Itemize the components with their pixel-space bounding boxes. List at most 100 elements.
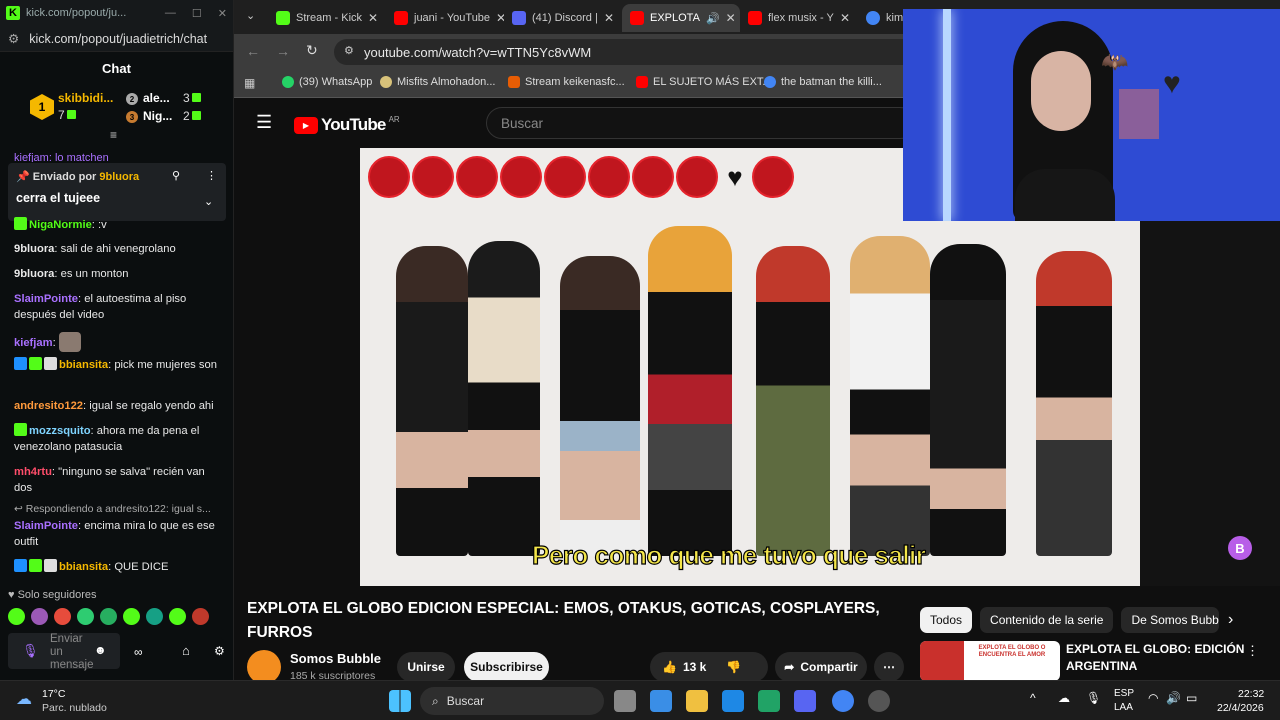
youtube-logo[interactable]: ▶ YouTube AR — [294, 115, 400, 135]
person-figure — [930, 244, 1006, 556]
subscribe-button[interactable]: Subscribirse — [464, 652, 549, 682]
unpin-icon[interactable]: ⚲ — [172, 169, 180, 182]
more-actions-icon[interactable]: ⋯ — [874, 652, 904, 682]
share-button[interactable]: ➦ Compartir — [775, 652, 867, 682]
more-options-icon[interactable]: ⋮ — [1246, 643, 1259, 659]
channel-name[interactable]: Somos Bubble — [290, 651, 381, 666]
gifter-name-1[interactable]: skibbidi... — [58, 91, 113, 105]
chat-input[interactable]: 🎙 Enviar un mensaje ☻ — [8, 633, 120, 671]
emote-icon[interactable] — [169, 608, 186, 625]
kick-address-bar[interactable]: ⚙ kick.com/popout/juadietrich/chat — [0, 26, 233, 52]
recommended-thumbnail[interactable]: EXPLOTA EL GLOBO O ENCUENTRA EL AMOR — [920, 641, 1060, 681]
region-code: AR — [388, 114, 400, 124]
site-info-icon[interactable]: ⚙ — [344, 44, 354, 57]
kick-titlebar: K kick.com/popout/ju... — ☐ ✕ — [0, 0, 233, 26]
emoji-icon[interactable]: ☻ — [94, 643, 107, 657]
close-tab-icon[interactable]: ✕ — [496, 11, 504, 25]
excel-icon[interactable] — [758, 690, 780, 712]
clock-time[interactable]: 22:32 — [1238, 688, 1264, 700]
tab-flex-musix[interactable]: flex musix - Y ✕ — [740, 4, 858, 32]
chip-all[interactable]: Todos — [920, 607, 973, 633]
emote-icon[interactable] — [8, 608, 25, 625]
settings-icon[interactable]: ⚙ — [214, 644, 225, 658]
volume-icon[interactable]: 🔊 — [1166, 691, 1181, 705]
chip-series[interactable]: Contenido de la serie — [980, 607, 1114, 633]
bookmark-stream[interactable]: Stream keikenasfc... — [508, 76, 625, 88]
verified-badge-icon — [14, 357, 27, 370]
forward-icon[interactable]: → — [276, 43, 290, 59]
chrome-icon[interactable] — [832, 690, 854, 712]
close-tab-icon[interactable]: ✕ — [604, 11, 614, 25]
maximize-icon[interactable]: ☐ — [192, 7, 202, 20]
temperature[interactable]: 17°C — [42, 688, 65, 700]
store-icon[interactable]: ⌂ — [182, 643, 190, 658]
chevron-down-icon[interactable]: ⌄ — [204, 195, 213, 208]
pinned-message[interactable]: 📌 Enviado por 9bluora ⚲ ⋮ cerra el tujee… — [8, 163, 226, 221]
task-view-icon[interactable] — [614, 690, 636, 712]
apps-grid-icon[interactable]: ▦ — [244, 76, 255, 90]
reply-context: ↩ Respondiendo a andresito122: igual s..… — [14, 503, 211, 515]
windows-start-icon[interactable] — [389, 690, 411, 712]
gifter-name-3[interactable]: Nig... — [143, 109, 172, 123]
taskbar-search[interactable]: ⌕ Buscar — [420, 687, 604, 715]
tab-kick-stream[interactable]: Stream - Kick ✕ — [268, 4, 386, 32]
close-icon[interactable]: ✕ — [218, 7, 227, 20]
more-options-icon[interactable]: ⋮ — [206, 169, 217, 182]
menu-icon[interactable]: ☰ — [256, 112, 272, 133]
clock-date[interactable]: 22/4/2026 — [1217, 702, 1264, 714]
word-icon[interactable] — [722, 690, 744, 712]
site-settings-icon[interactable]: ⚙ — [8, 31, 19, 46]
emote-icon[interactable] — [123, 608, 140, 625]
tab-youtube-juani[interactable]: juani - YouTube ✕ — [386, 4, 504, 32]
language-code[interactable]: ESP — [1114, 688, 1134, 699]
close-tab-icon[interactable]: ✕ — [368, 11, 378, 25]
bookmark-batman[interactable]: the batman the killi... — [764, 76, 882, 88]
wifi-icon[interactable]: ◠ — [1148, 691, 1158, 705]
tray-chevron-icon[interactable]: ^ — [1030, 691, 1036, 705]
like-icon[interactable]: 👍 — [662, 660, 677, 674]
recommended-video[interactable]: EXPLOTA EL GLOBO O ENCUENTRA EL AMOR EXP… — [920, 641, 1260, 681]
discord-icon[interactable] — [794, 690, 816, 712]
emote-icon[interactable] — [100, 608, 117, 625]
join-button[interactable]: Unirse — [397, 652, 455, 682]
infinity-points-icon[interactable]: ∞ — [134, 645, 143, 659]
channel-avatar[interactable] — [247, 650, 281, 684]
bookmark-sujeto[interactable]: EL SUJETO MÁS EXT... — [636, 76, 772, 88]
steam-icon[interactable] — [868, 690, 890, 712]
audio-playing-icon[interactable]: 🔊 — [706, 12, 720, 25]
bookmark-misfits[interactable]: Misfits Almohadon... — [380, 76, 495, 88]
emote-icon[interactable] — [54, 608, 71, 625]
close-tab-icon[interactable]: ✕ — [726, 11, 736, 25]
microphone-icon[interactable]: 🎙 — [22, 643, 39, 659]
expand-gifters-icon[interactable]: ≡ — [110, 128, 117, 142]
tray-app-icon[interactable]: ☁ — [1058, 691, 1070, 705]
microphone-icon[interactable]: 🎙 — [1086, 691, 1101, 705]
battery-icon[interactable]: ▭ — [1186, 691, 1197, 705]
like-count[interactable]: 13 k — [683, 660, 706, 674]
file-explorer-icon[interactable] — [686, 690, 708, 712]
weather-text[interactable]: Parc. nublado — [42, 702, 107, 714]
language-layout[interactable]: LAA — [1114, 702, 1133, 713]
reload-icon[interactable]: ↻ — [306, 42, 318, 59]
chip-channel[interactable]: De Somos Bubble — [1121, 607, 1220, 633]
gifter-name-2[interactable]: ale... — [143, 91, 170, 105]
emote-icon[interactable] — [146, 608, 163, 625]
tab-explota-active[interactable]: EXPLOTA 🔊 ✕ — [622, 4, 740, 32]
channel-watermark-icon[interactable]: B — [1228, 536, 1252, 560]
close-tab-icon[interactable]: ✕ — [840, 11, 850, 25]
emote-icon[interactable] — [192, 608, 209, 625]
weather-icon[interactable]: ☁ — [16, 689, 32, 709]
minimize-icon[interactable]: — — [165, 7, 176, 19]
back-icon[interactable]: ← — [246, 43, 260, 59]
bookmark-whatsapp[interactable]: (39) WhatsApp — [282, 76, 372, 88]
emote-icon[interactable] — [77, 608, 94, 625]
chevron-right-icon[interactable]: › — [1228, 611, 1233, 629]
dislike-icon[interactable]: 👎 — [726, 660, 741, 674]
chat-message: NigaNormie: :v — [14, 217, 222, 233]
tab-kim[interactable]: kim — [858, 4, 908, 32]
search-input[interactable]: Buscar — [486, 107, 916, 139]
copilot-icon[interactable] — [650, 690, 672, 712]
tab-search-icon[interactable]: ⌄ — [246, 9, 255, 22]
emote-icon[interactable] — [31, 608, 48, 625]
tab-discord[interactable]: (41) Discord | ✕ — [504, 4, 622, 32]
